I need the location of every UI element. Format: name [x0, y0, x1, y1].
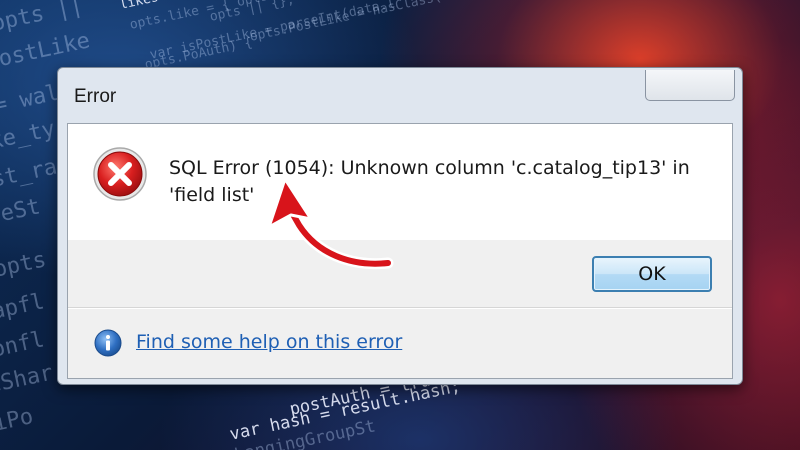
code-line: eShar	[0, 360, 56, 399]
ok-button[interactable]: OK	[592, 256, 712, 292]
code-line: likes	[118, 0, 160, 13]
dialog-content: SQL Error (1054): Unknown column 'c.cata…	[67, 123, 733, 379]
help-link[interactable]: Find some help on this error	[136, 331, 402, 353]
message-area: SQL Error (1054): Unknown column 'c.cata…	[68, 124, 732, 240]
code-line: ke_ty	[0, 116, 58, 155]
error-icon	[93, 147, 147, 201]
error-dialog: Error SQL Error (1054): Unknown column '…	[57, 67, 743, 385]
code-line: opts	[0, 247, 49, 283]
error-message: SQL Error (1054): Unknown column 'c.cata…	[169, 157, 690, 206]
dialog-title: Error	[74, 86, 117, 107]
info-icon	[94, 329, 122, 357]
close-button[interactable]	[645, 70, 735, 101]
code-line: = wal	[0, 80, 62, 119]
code-line: onfl	[0, 327, 47, 363]
button-area: OK	[68, 240, 732, 308]
code-line: peSt	[0, 194, 43, 230]
code-line: apfl	[0, 289, 47, 325]
help-area: Find some help on this error	[68, 308, 732, 378]
code-line: st_ra	[0, 154, 60, 193]
code-line: iPo	[0, 404, 36, 437]
